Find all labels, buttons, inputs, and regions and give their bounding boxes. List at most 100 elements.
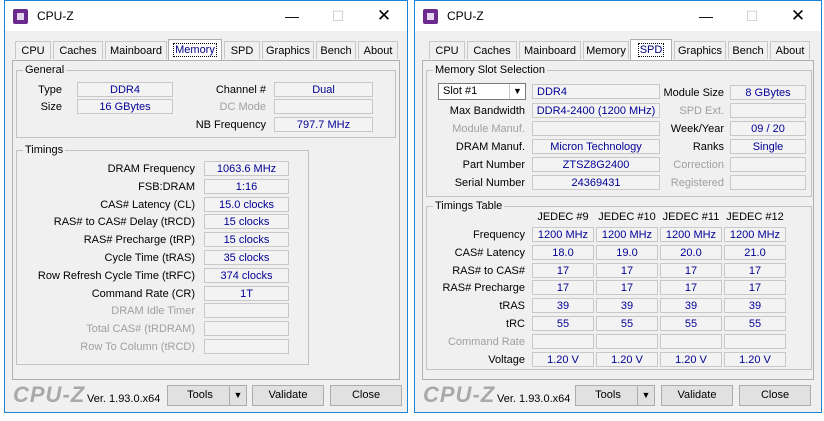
- table-cell: 17: [532, 280, 594, 296]
- tools-label: Tools: [595, 389, 621, 401]
- tab-memory[interactable]: Memory: [583, 41, 629, 59]
- memory-panel: General Type DDR4 Size 16 GBytes Channel…: [12, 60, 400, 380]
- tab-label: Memory: [173, 43, 217, 57]
- dropdown-arrow-icon[interactable]: ▼: [229, 386, 246, 405]
- table-cell: 55: [532, 316, 594, 331]
- tab-mainboard[interactable]: Mainboard: [105, 41, 167, 59]
- column-header-jedec-11: JEDEC #11: [662, 211, 720, 223]
- tab-about[interactable]: About: [770, 41, 810, 59]
- column-header-jedec-9: JEDEC #9: [537, 211, 589, 223]
- type-label: Type: [38, 84, 62, 96]
- tab-label: CPU: [435, 45, 459, 57]
- slot-select-value: Slot #1: [443, 85, 478, 97]
- max-bandwidth-value: DDR4-2400 (1200 MHz): [532, 103, 660, 118]
- minimize-icon[interactable]: —: [683, 1, 729, 31]
- general-group: General Type DDR4 Size 16 GBytes Channel…: [16, 64, 396, 138]
- dcmode-label: DC Mode: [219, 101, 266, 113]
- tab-bench[interactable]: Bench: [728, 41, 768, 59]
- table-cell: [724, 333, 786, 349]
- table-cell: [532, 333, 594, 349]
- table-row-label: Command Rate: [447, 335, 525, 348]
- version-text: Ver. 1.93.0.x64: [87, 393, 161, 405]
- tab-label: CPU: [21, 45, 45, 57]
- table-cell: 39: [596, 298, 658, 314]
- part-number-label: Part Number: [462, 159, 525, 171]
- table-row-label: CAS# Latency: [454, 246, 525, 259]
- tab-caches[interactable]: Caches: [53, 41, 103, 59]
- table-cell: 17: [660, 280, 722, 296]
- tools-button[interactable]: Tools ▼: [167, 385, 247, 406]
- table-cell: 1.20 V: [532, 351, 594, 367]
- close-icon[interactable]: ✕: [361, 1, 407, 31]
- close-label: Close: [351, 389, 381, 401]
- validate-label: Validate: [268, 389, 308, 401]
- ranks-value: Single: [730, 139, 806, 154]
- table-cell: 1.20 V: [596, 351, 658, 367]
- minimize-icon[interactable]: —: [269, 1, 315, 31]
- tab-spd[interactable]: SPD: [630, 39, 672, 60]
- correction-label: Correction: [673, 159, 724, 171]
- tab-cpu[interactable]: CPU: [15, 41, 51, 59]
- tab-label: SPD: [230, 45, 254, 57]
- chevron-down-icon[interactable]: ▼: [509, 84, 525, 99]
- validate-button[interactable]: Validate: [252, 385, 324, 406]
- tab-cpu[interactable]: CPU: [429, 41, 465, 59]
- close-button[interactable]: Close: [330, 385, 402, 406]
- serial-number-label: Serial Number: [454, 177, 525, 189]
- table-cell: 20.0: [660, 244, 722, 260]
- close-button[interactable]: Close: [739, 385, 811, 406]
- tab-label: About: [775, 45, 805, 57]
- timing-value: 374 clocks: [204, 267, 289, 283]
- close-icon[interactable]: ✕: [775, 1, 821, 31]
- registered-value: [730, 175, 806, 190]
- timing-label: DRAM Idle Timer: [111, 305, 195, 318]
- tab-spd[interactable]: SPD: [224, 41, 260, 59]
- timing-value: 1T: [204, 285, 289, 301]
- table-cell: 17: [596, 262, 658, 278]
- tab-memory[interactable]: Memory: [168, 39, 222, 60]
- dropdown-arrow-icon[interactable]: ▼: [637, 386, 654, 405]
- table-row-label: tRC: [506, 318, 525, 330]
- tab-bench[interactable]: Bench: [316, 41, 356, 59]
- tab-label: Mainboard: [524, 45, 576, 57]
- timing-value: 15.0 clocks: [204, 196, 289, 212]
- registered-label: Registered: [670, 177, 724, 189]
- cpuz-window-spd: CPU-Z — ☐ ✕ CPU Caches Mainboard Memory …: [414, 0, 822, 413]
- table-cell: 39: [724, 298, 786, 314]
- tab-label: Bench: [320, 45, 352, 57]
- tab-mainboard[interactable]: Mainboard: [519, 41, 581, 59]
- table-cell: 1200 MHz: [596, 227, 658, 242]
- tab-label: Graphics: [677, 45, 723, 57]
- maximize-icon[interactable]: ☐: [315, 1, 361, 31]
- slot-select[interactable]: Slot #1 ▼: [438, 83, 526, 100]
- timing-label: Total CAS# (tRDRAM): [86, 323, 195, 336]
- validate-button[interactable]: Validate: [661, 385, 733, 406]
- maximize-icon[interactable]: ☐: [729, 1, 775, 31]
- window-title: CPU-Z: [447, 9, 484, 23]
- table-cell: 21.0: [724, 244, 786, 260]
- timings-table-group: Timings Table JEDEC #9 JEDEC #10 JEDEC #…: [426, 200, 812, 370]
- title-bar[interactable]: CPU-Z — ☐ ✕: [5, 1, 407, 31]
- serial-number-value: 24369431: [532, 175, 660, 190]
- close-label: Close: [760, 389, 790, 401]
- dram-manuf-value: Micron Technology: [532, 139, 660, 154]
- cpuz-window-memory: CPU-Z — ☐ ✕ CPU Caches Mainboard Memory …: [4, 0, 408, 413]
- tab-graphics[interactable]: Graphics: [262, 41, 314, 59]
- table-cell: 17: [660, 262, 722, 278]
- tab-caches[interactable]: Caches: [467, 41, 517, 59]
- column-header-jedec-12: JEDEC #12: [726, 211, 784, 223]
- title-bar[interactable]: CPU-Z — ☐ ✕: [415, 1, 821, 31]
- tab-about[interactable]: About: [358, 41, 398, 59]
- tab-graphics[interactable]: Graphics: [674, 41, 726, 59]
- table-row-label: RAS# Precharge: [442, 282, 525, 295]
- timing-label: RAS# Precharge (tRP): [83, 234, 195, 247]
- table-cell: 1200 MHz: [532, 227, 594, 242]
- tools-button[interactable]: Tools ▼: [575, 385, 655, 406]
- table-cell: 39: [532, 298, 594, 314]
- nbfreq-label: NB Frequency: [195, 119, 266, 131]
- tab-label: Caches: [59, 45, 97, 57]
- spd-panel: Memory Slot Selection Slot #1 ▼ DDR4 Mod…: [422, 60, 814, 380]
- table-cell: 17: [596, 280, 658, 296]
- cpuz-app-icon: [423, 9, 438, 24]
- type-value: DDR4: [77, 82, 173, 97]
